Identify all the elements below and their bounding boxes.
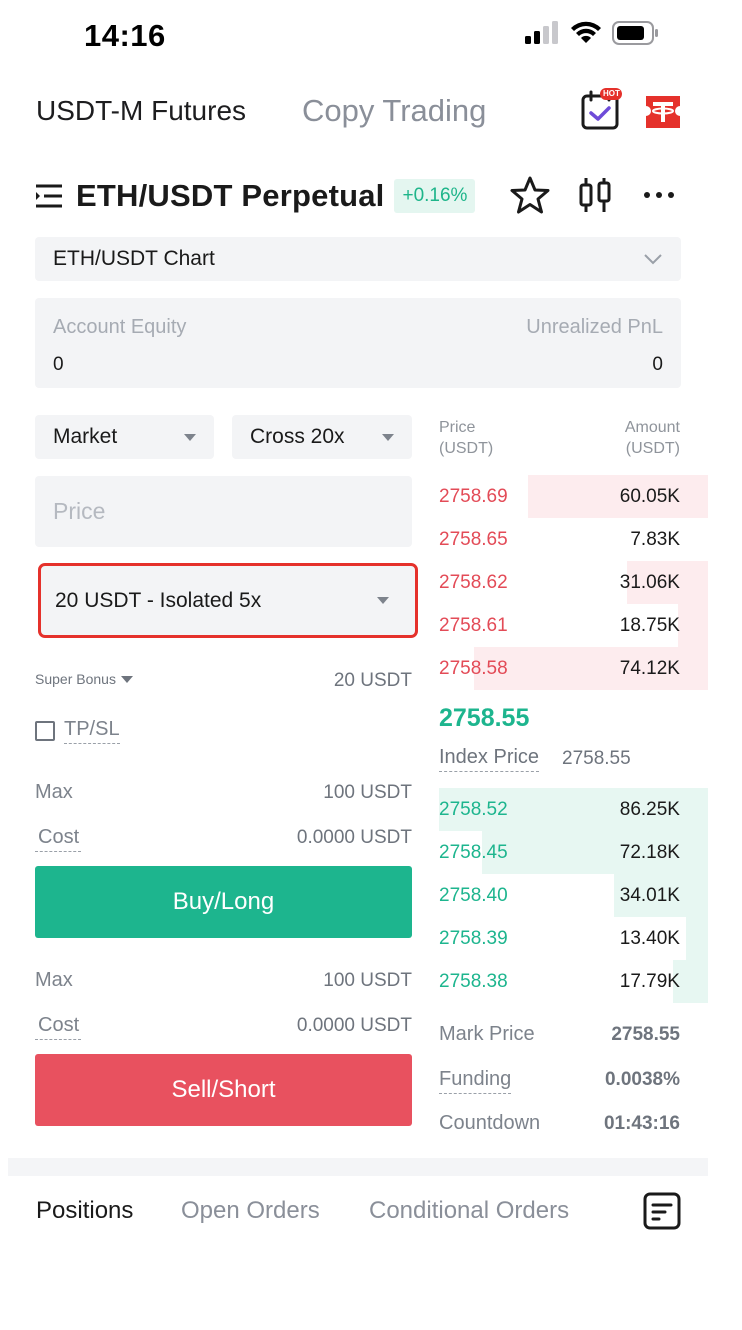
bid-price: 2758.52 bbox=[439, 798, 508, 820]
pair-name[interactable]: ETH/USDT Perpetual bbox=[76, 178, 384, 214]
orderbook-price-header: Price (USDT) bbox=[439, 419, 494, 457]
more-icon[interactable] bbox=[643, 190, 675, 200]
ask-row[interactable]: 2758.61 18.75K bbox=[439, 604, 708, 647]
leverage-value: Cross 20x bbox=[250, 425, 345, 448]
tab-conditional-orders[interactable]: Conditional Orders bbox=[369, 1197, 569, 1225]
buy-max-value: 100 USDT bbox=[323, 782, 412, 803]
battery-icon bbox=[612, 21, 658, 45]
tether-icon[interactable] bbox=[644, 92, 688, 138]
index-price-label: Index Price bbox=[439, 746, 540, 772]
buy-cost-label: Cost bbox=[35, 826, 82, 852]
section-divider bbox=[8, 1158, 708, 1176]
bid-row[interactable]: 2758.45 72.18K bbox=[439, 831, 708, 874]
mark-price-label: Mark Price bbox=[439, 1023, 535, 1045]
hot-badge: HOT bbox=[603, 89, 620, 98]
unrealized-pnl-label: Unrealized PnL bbox=[526, 316, 663, 338]
bid-price: 2758.38 bbox=[439, 970, 508, 992]
sell-max-value: 100 USDT bbox=[323, 970, 412, 991]
equity-panel: Account Equity 0 Unrealized PnL 0 bbox=[35, 298, 681, 388]
buy-max-label: Max bbox=[35, 781, 73, 803]
bid-amount: 34.01K bbox=[619, 884, 680, 906]
bid-row[interactable]: 2758.52 86.25K bbox=[439, 788, 708, 831]
super-bonus-label: Super Bonus bbox=[35, 671, 116, 687]
bid-amount: 17.79K bbox=[619, 970, 680, 992]
ask-amount: 74.12K bbox=[619, 657, 680, 679]
caret-down-icon bbox=[382, 433, 394, 441]
ask-amount: 7.83K bbox=[630, 528, 680, 550]
buy-cost-value: 0.0000 USDT bbox=[296, 827, 412, 848]
account-equity-value: 0 bbox=[53, 354, 64, 375]
buy-long-button[interactable]: Buy/Long bbox=[35, 866, 412, 938]
bonus-margin-value: 20 USDT - Isolated 5x bbox=[55, 588, 262, 612]
mark-price-value: 2758.55 bbox=[611, 1024, 680, 1045]
sell-cost-value: 0.0000 USDT bbox=[296, 1015, 412, 1036]
chart-selector-label: ETH/USDT Chart bbox=[53, 247, 215, 270]
sell-cost-label: Cost bbox=[35, 1014, 82, 1040]
ask-amount: 18.75K bbox=[619, 614, 680, 636]
unrealized-pnl-value: 0 bbox=[652, 354, 663, 375]
bid-price: 2758.40 bbox=[439, 884, 508, 906]
last-price[interactable]: 2758.55 bbox=[439, 704, 529, 733]
ask-price: 2758.61 bbox=[439, 614, 508, 636]
countdown-value: 01:43:16 bbox=[603, 1113, 680, 1134]
tpsl-toggle[interactable]: TP/SL bbox=[35, 718, 120, 744]
leverage-select[interactable]: Cross 20x bbox=[232, 415, 412, 459]
tab-positions[interactable]: Positions bbox=[36, 1197, 133, 1225]
caret-down-icon bbox=[377, 597, 389, 604]
bid-amount: 72.18K bbox=[619, 841, 680, 863]
sell-max-label: Max bbox=[35, 969, 73, 991]
tab-copy-trading[interactable]: Copy Trading bbox=[302, 93, 486, 129]
funding-label: Funding bbox=[439, 1068, 512, 1094]
bid-amount: 86.25K bbox=[619, 798, 680, 820]
calendar-check-icon[interactable]: HOT bbox=[580, 88, 624, 134]
tab-open-orders[interactable]: Open Orders bbox=[181, 1197, 320, 1225]
funding-value: 0.0038% bbox=[604, 1069, 680, 1090]
bid-price: 2758.39 bbox=[439, 927, 508, 949]
star-icon[interactable] bbox=[510, 176, 550, 214]
super-bonus-toggle[interactable]: Super Bonus bbox=[35, 671, 133, 687]
wifi-icon bbox=[571, 21, 601, 43]
bid-price: 2758.45 bbox=[439, 841, 508, 863]
status-icons bbox=[524, 20, 660, 46]
caret-down-icon bbox=[120, 675, 133, 683]
ask-row[interactable]: 2758.69 60.05K bbox=[439, 475, 708, 518]
candlestick-icon[interactable] bbox=[578, 176, 612, 214]
ask-row[interactable]: 2758.62 31.06K bbox=[439, 561, 708, 604]
ask-row[interactable]: 2758.58 74.12K bbox=[439, 647, 708, 690]
list-menu-icon[interactable] bbox=[34, 183, 64, 209]
orderbook-amount-header: Amount (USDT) bbox=[624, 419, 680, 457]
index-price-value: 2758.55 bbox=[562, 748, 631, 769]
countdown-label: Countdown bbox=[439, 1112, 541, 1134]
chart-selector[interactable]: ETH/USDT Chart bbox=[35, 237, 681, 281]
bid-row[interactable]: 2758.38 17.79K bbox=[439, 960, 708, 1003]
order-type-select[interactable]: Market bbox=[35, 415, 214, 459]
ask-price: 2758.58 bbox=[439, 657, 508, 679]
chevron-down-icon bbox=[644, 254, 662, 265]
ask-price: 2758.62 bbox=[439, 571, 508, 593]
ask-price: 2758.69 bbox=[439, 485, 508, 507]
ask-row[interactable]: 2758.65 7.83K bbox=[439, 518, 708, 561]
ask-amount: 31.06K bbox=[619, 571, 680, 593]
ask-amount: 60.05K bbox=[619, 485, 680, 507]
price-input[interactable]: Price bbox=[35, 476, 412, 547]
price-change-badge: +0.16% bbox=[394, 179, 476, 213]
tpsl-label: TP/SL bbox=[64, 718, 120, 744]
sell-short-button[interactable]: Sell/Short bbox=[35, 1054, 412, 1126]
tpsl-checkbox[interactable] bbox=[35, 721, 55, 741]
super-bonus-value: 20 USDT bbox=[333, 670, 412, 691]
ask-price: 2758.65 bbox=[439, 528, 508, 550]
order-type-value: Market bbox=[53, 425, 118, 448]
tab-usdt-m-futures[interactable]: USDT-M Futures bbox=[36, 95, 246, 127]
status-time: 14:16 bbox=[84, 18, 166, 53]
account-equity-label: Account Equity bbox=[53, 316, 187, 338]
signal-icon bbox=[525, 21, 558, 44]
caret-down-icon bbox=[184, 433, 196, 441]
bid-row[interactable]: 2758.39 13.40K bbox=[439, 917, 708, 960]
document-icon[interactable] bbox=[643, 1192, 681, 1230]
bid-amount: 13.40K bbox=[619, 927, 680, 949]
bonus-margin-select[interactable]: 20 USDT - Isolated 5x bbox=[38, 563, 418, 638]
bid-row[interactable]: 2758.40 34.01K bbox=[439, 874, 708, 917]
